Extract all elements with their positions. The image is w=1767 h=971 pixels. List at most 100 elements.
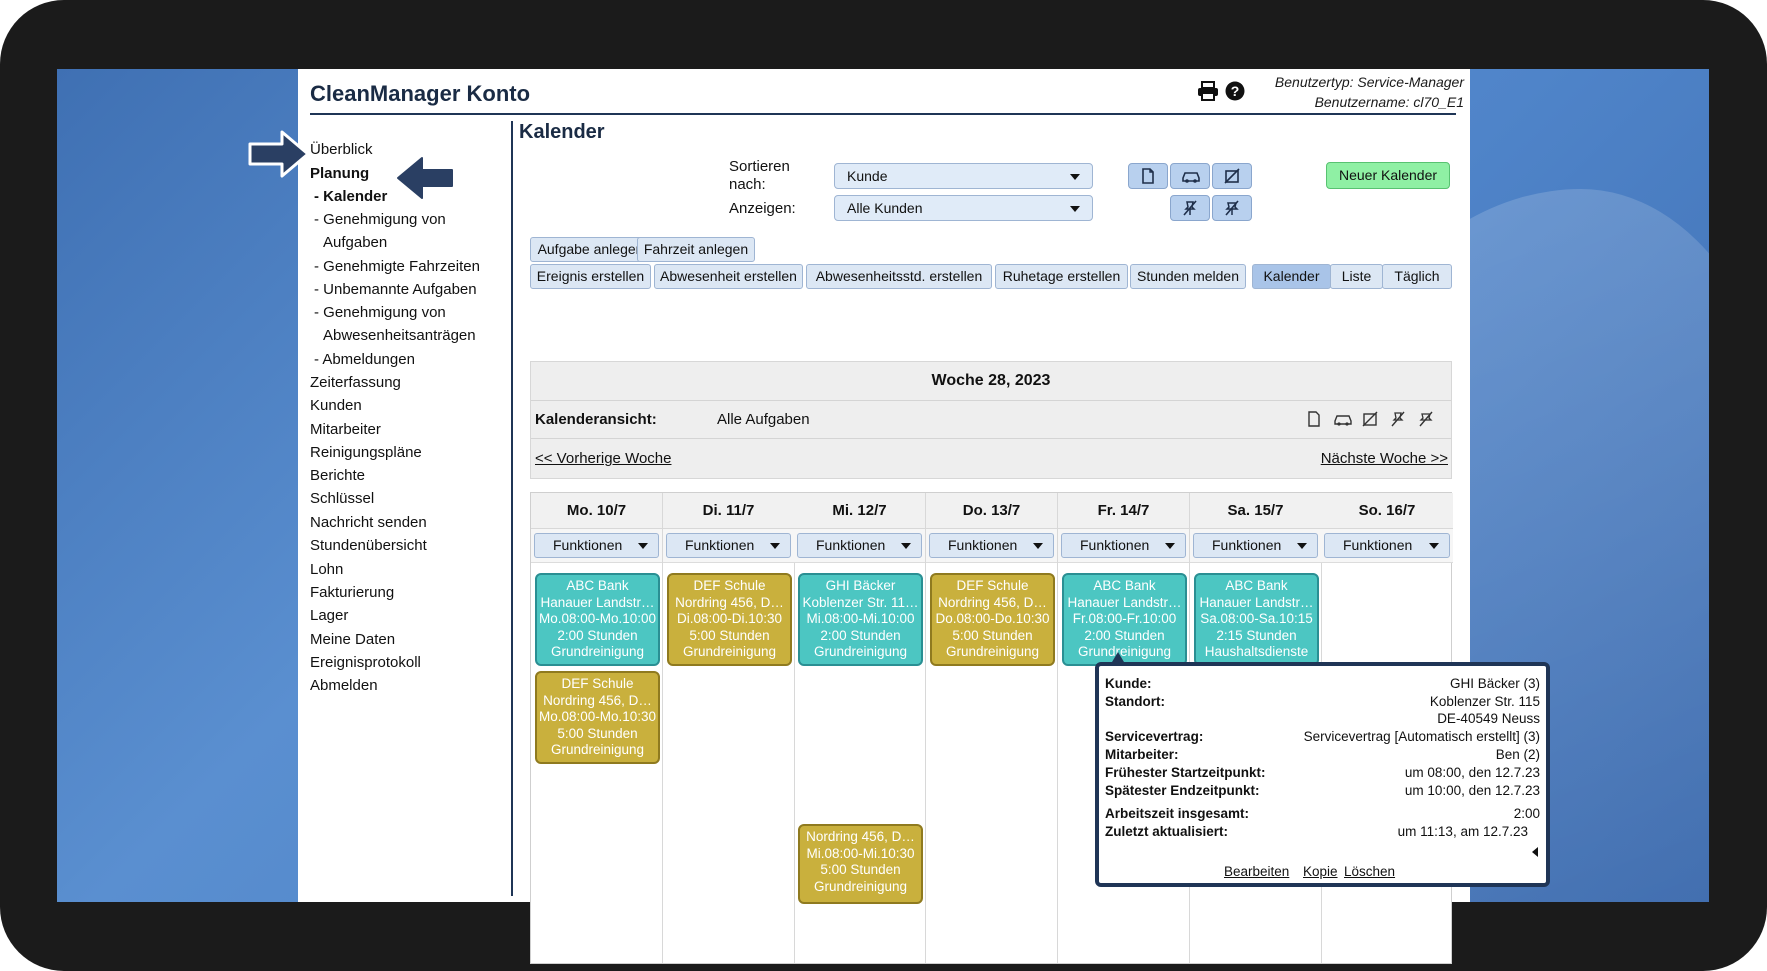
calendar-event[interactable]: ABC Bank Hanauer Landstr… Fr.08:00-Fr.10:0… — [1062, 573, 1187, 666]
sidebar-item[interactable]: Schlüssel — [310, 490, 374, 507]
popup-label: Zuletzt aktualisiert: — [1105, 824, 1229, 839]
toolbar-button[interactable]: Fahrzeit anlegen — [637, 237, 755, 262]
toolbar-button[interactable]: Ruhetage erstellen — [995, 264, 1128, 289]
toolbar-button[interactable]: Stunden melden — [1130, 264, 1246, 289]
event-line: Hanauer Landstr… — [1199, 594, 1314, 610]
sort-label: Sortieren — [729, 158, 790, 175]
popup-label: Kunde: — [1105, 676, 1152, 691]
day-header: Mi. 12/7 — [794, 493, 925, 529]
sidebar-item[interactable]: Lohn — [310, 561, 343, 578]
tab-view[interactable]: Liste — [1330, 264, 1383, 289]
week-title: Woche 28, 2023 — [931, 372, 1051, 389]
sidebar-item[interactable]: Lager — [310, 607, 348, 624]
car-icon[interactable] — [1333, 410, 1353, 428]
sidebar-item[interactable]: Mitarbeiter — [310, 421, 381, 438]
popup-value: 2:00 — [1513, 806, 1540, 821]
calendar-event[interactable]: DEF Schule Nordring 456, D… Di.08:00-Di.10… — [667, 573, 792, 666]
calendar-event[interactable]: ABC Bank Hanauer Landstr… Sa.08:00-Sa.10:1… — [1194, 573, 1319, 666]
sidebar-item[interactable]: - Genehmigte Fahrzeiten — [314, 258, 480, 275]
calendar-event[interactable]: ABC Bank Hanauer Landstr… Mo.08:00-Mo.10:0… — [535, 573, 660, 666]
calendar-view-value: Alle Aufgaben — [717, 411, 810, 428]
sidebar-item[interactable]: Aufgaben — [323, 234, 387, 251]
sidebar-item[interactable]: - Genehmigung von — [314, 304, 446, 321]
sidebar-item[interactable]: Zeiterfassung — [310, 374, 401, 391]
document-icon[interactable] — [1305, 410, 1323, 428]
sidebar-item[interactable]: Stundenübersicht — [310, 537, 427, 554]
no-pin-alt-filter-button[interactable] — [1212, 195, 1252, 221]
sidebar-item[interactable]: Abmelden — [310, 677, 378, 694]
week-panel: Woche 28, 2023 Kalenderansicht: Alle Auf… — [530, 361, 1452, 479]
panel-divider — [531, 438, 1451, 439]
tab-view[interactable]: Täglich — [1382, 264, 1452, 289]
event-line: DEF Schule — [693, 578, 766, 593]
functions-dropdown[interactable]: Funktionen — [1324, 533, 1450, 558]
functions-dropdown[interactable]: Funktionen — [1193, 533, 1318, 558]
toolbar-button[interactable]: Aufgabe anlegen — [530, 237, 651, 262]
next-week-link[interactable]: Nächste Woche >> — [1321, 450, 1448, 467]
functions-dropdown[interactable]: Funktionen — [666, 533, 791, 558]
new-calendar-button[interactable]: Neuer Kalender — [1326, 162, 1450, 189]
popup-link[interactable]: Bearbeiten — [1224, 864, 1289, 879]
sidebar-item[interactable]: Meine Daten — [310, 631, 395, 648]
sidebar-item[interactable]: Abwesenheitsanträgen — [323, 327, 476, 344]
car-icon — [1182, 172, 1200, 183]
document-filter-button[interactable] — [1128, 163, 1168, 189]
sidebar-item[interactable]: Fakturierung — [310, 584, 394, 601]
calendar-event[interactable]: GHI Bäcker Koblenzer Str. 11… Mi.08:00-Mi.… — [798, 573, 923, 666]
sidebar-item[interactable]: - Kalender — [314, 188, 387, 205]
functions-dropdown[interactable]: Funktionen — [1061, 533, 1186, 558]
sidebar-item[interactable]: Nachricht senden — [310, 514, 427, 531]
day-column: Do. 13/7 Funktionen DEF Schule Nordring 456… — [926, 493, 1058, 963]
popup-label: Servicevertrag: — [1105, 729, 1204, 744]
event-line: Hanauer Landstr… — [540, 594, 655, 610]
functions-row: Funktionen — [531, 529, 662, 563]
popup-value: Koblenzer Str. 115 — [1429, 694, 1540, 709]
popup-link[interactable]: Kopie — [1303, 864, 1338, 879]
toolbar-button[interactable]: Ereignis erstellen — [530, 264, 651, 289]
functions-row: Funktionen — [1321, 529, 1453, 563]
tab-view[interactable]: Kalender — [1252, 264, 1331, 289]
sidebar-item[interactable]: Ereignisprotokoll — [310, 654, 421, 671]
functions-dropdown[interactable]: Funktionen — [534, 533, 659, 558]
sidebar-item[interactable]: Planung — [310, 165, 369, 182]
car-filter-button[interactable] — [1170, 163, 1210, 189]
calendar-event[interactable]: DEF Schule Nordring 456, D… Do.08:00-Do.10… — [930, 573, 1055, 666]
popup-label: Standort: — [1105, 694, 1165, 709]
sort-select[interactable]: Kunde — [834, 163, 1093, 189]
no-calendar-filter-button[interactable] — [1212, 163, 1252, 189]
no-pin-alt-icon[interactable] — [1417, 410, 1435, 428]
functions-dropdown[interactable]: Funktionen — [929, 533, 1054, 558]
calendar-event[interactable]: DEF Schule Nordring 456, D… Mo.08:00-Mo.10… — [535, 671, 660, 764]
event-line: 2:00 Stunden — [1084, 627, 1165, 643]
no-pin-alt-icon — [1225, 200, 1239, 216]
sidebar-item[interactable]: Überblick — [310, 141, 373, 158]
calendar-event[interactable]: Nordring 456, D… Mi.08:00-Mi.10:30 5:00 St… — [798, 824, 923, 904]
no-pin-icon[interactable] — [1389, 410, 1407, 428]
no-calendar-icon[interactable] — [1361, 410, 1379, 428]
toolbar-button[interactable]: Abwesenheit erstellen — [654, 264, 803, 289]
popup-label: Arbeitszeit insgesamt: — [1105, 806, 1250, 821]
print-icon[interactable] — [1197, 81, 1219, 101]
event-line: Mo.08:00-Mo.10:30 — [538, 709, 657, 724]
no-pin-filter-button[interactable] — [1170, 195, 1210, 221]
event-line: ABC Bank — [1225, 578, 1288, 593]
event-line: Haushaltsdienste — [1204, 644, 1309, 659]
functions-dropdown[interactable]: Funktionen — [797, 533, 922, 558]
event-line: Koblenzer Str. 11… — [802, 594, 919, 610]
event-line: 2:00 Stunden — [820, 627, 901, 643]
sidebar-item[interactable]: - Genehmigung von — [314, 211, 446, 228]
event-line: Sa.08:00-Sa.10:15 — [1200, 611, 1313, 626]
sidebar-item[interactable]: Berichte — [310, 467, 365, 484]
previous-week-link[interactable]: << Vorherige Woche — [535, 450, 671, 467]
show-select[interactable]: Alle Kunden — [834, 195, 1093, 221]
functions-row: Funktionen — [1058, 529, 1189, 563]
sidebar-item[interactable]: - Unbemannte Aufgaben — [314, 281, 477, 298]
sidebar-item[interactable]: - Abmeldungen — [314, 351, 415, 368]
sidebar-item[interactable]: Reinigungspläne — [310, 444, 422, 461]
help-icon[interactable]: ? — [1225, 81, 1245, 101]
popup-link[interactable]: Löschen — [1344, 864, 1395, 879]
popup-value: DE-40549 Neuss — [1437, 711, 1540, 726]
toolbar-button[interactable]: Abwesenheitsstd. erstellen — [806, 264, 992, 289]
sidebar-item[interactable]: Kunden — [310, 397, 362, 414]
event-line: Grundreinigung — [682, 644, 777, 659]
